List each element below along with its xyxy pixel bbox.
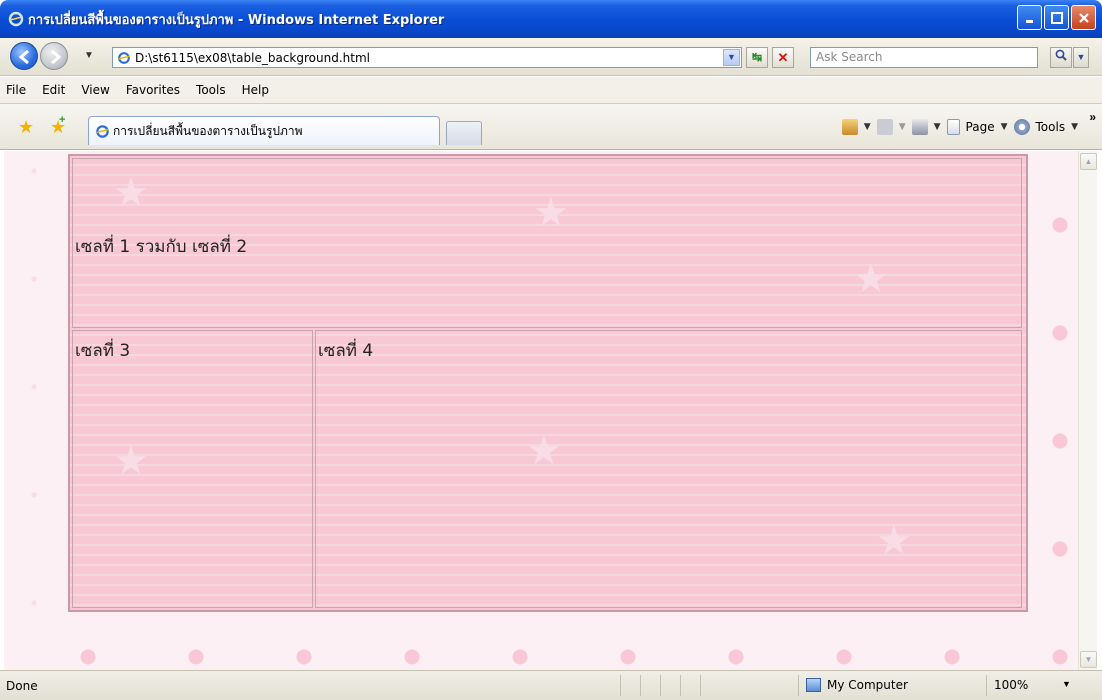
search-input[interactable]: Ask Search <box>810 47 1038 68</box>
search-icon <box>1055 49 1067 61</box>
refresh-icon: ↹ <box>751 50 763 64</box>
status-divider <box>680 675 681 696</box>
window-controls <box>1017 5 1096 30</box>
address-dropdown-button[interactable]: ▼ <box>723 49 740 66</box>
status-text: Done <box>6 679 38 693</box>
zoom-level[interactable]: 100% <box>994 678 1028 692</box>
menu-edit[interactable]: Edit <box>42 83 65 97</box>
add-favorites-icon[interactable]: ★ + <box>50 114 66 138</box>
star-decoration-icon: ★ <box>533 191 569 235</box>
address-field[interactable]: D:\st6115\ex08\table_background.html ▼ <box>112 47 742 68</box>
status-divider <box>700 675 701 696</box>
stop-button[interactable]: ✕ <box>772 47 794 68</box>
page-icon <box>946 119 960 135</box>
close-button[interactable] <box>1071 5 1096 30</box>
cell-3-text: เซลที่ 3 <box>75 341 131 361</box>
table-cell-3: ★ เซลที่ 3 <box>72 330 313 608</box>
refresh-button[interactable]: ↹ <box>746 47 768 68</box>
home-dropdown-icon[interactable]: ▼ <box>864 122 871 132</box>
menu-view[interactable]: View <box>81 83 109 97</box>
zoom-dropdown-icon[interactable]: ▼ <box>1062 679 1071 689</box>
background-table: ★ ★ ★ เซลที่ 1 รวมกับ เซลที่ 2 ★ เซลที่ … <box>68 154 1028 612</box>
menu-help[interactable]: Help <box>242 83 269 97</box>
title-bar[interactable]: การเปลี่ยนสีพื้นของตารางเป็นรูปภาพ - Win… <box>0 0 1102 38</box>
security-zone[interactable]: My Computer <box>806 678 908 692</box>
print-icon[interactable] <box>911 119 928 135</box>
vertical-scrollbar[interactable]: ▲ ▼ <box>1078 151 1097 670</box>
maximize-icon <box>1050 11 1063 24</box>
tools-gear-icon <box>1013 119 1030 135</box>
cell-4-text: เซลที่ 4 <box>318 341 374 361</box>
tools-dropdown-icon[interactable]: ▼ <box>1071 122 1078 132</box>
page-content: ★ ★ ★ เซลที่ 1 รวมกับ เซลที่ 2 ★ เซลที่ … <box>4 151 1078 670</box>
toolbar-overflow-chevron-icon[interactable]: » <box>1089 110 1096 124</box>
window-title: การเปลี่ยนสีพื้นของตารางเป็นรูปภาพ - Win… <box>28 12 445 28</box>
menu-file[interactable]: File <box>6 83 26 97</box>
star-decoration-icon: ★ <box>113 439 149 483</box>
minimize-icon <box>1025 19 1033 23</box>
forward-button[interactable] <box>40 42 68 70</box>
search-options-dropdown[interactable]: ▼ <box>1073 47 1089 68</box>
table-cell-merged: ★ ★ ★ เซลที่ 1 รวมกับ เซลที่ 2 <box>72 158 1022 328</box>
tab-current-page[interactable]: การเปลี่ยนสีพื้นของตารางเป็นรูปภาพ <box>88 116 440 145</box>
ie-logo-icon <box>8 11 24 27</box>
home-icon[interactable] <box>841 119 858 135</box>
cell-merged-text: เซลที่ 1 รวมกับ เซลที่ 2 <box>75 237 248 257</box>
forward-arrow-icon <box>51 49 62 65</box>
status-divider <box>620 675 621 696</box>
address-toolbar: ▼ D:\st6115\ex08\table_background.html ▼… <box>0 38 1102 76</box>
new-tab-button[interactable] <box>446 121 482 145</box>
scroll-down-button[interactable]: ▼ <box>1080 651 1097 668</box>
menu-bar: File Edit View Favorites Tools Help <box>0 77 1102 104</box>
minimize-button[interactable] <box>1017 5 1042 30</box>
ie-page-icon <box>118 51 130 64</box>
star-decoration-icon: ★ <box>853 257 889 301</box>
status-divider <box>640 675 641 696</box>
favorites-center-icon[interactable]: ★ <box>18 117 34 138</box>
print-dropdown-icon[interactable]: ▼ <box>934 122 941 132</box>
security-zone-label: My Computer <box>827 678 908 692</box>
tools-menu-button[interactable]: Tools <box>1036 120 1066 134</box>
maximize-button[interactable] <box>1044 5 1069 30</box>
command-bar: ▼ ▼ ▼ Page ▼ Tools ▼ <box>841 119 1078 135</box>
star-decoration-icon: ★ <box>526 429 562 473</box>
menu-tools[interactable]: Tools <box>196 83 226 97</box>
address-url: D:\st6115\ex08\table_background.html <box>135 50 370 65</box>
status-divider <box>798 675 799 696</box>
feeds-icon[interactable] <box>876 119 893 135</box>
star-decoration-icon: ★ <box>876 519 912 563</box>
page-menu-button[interactable]: Page <box>966 120 995 134</box>
status-divider <box>986 675 987 696</box>
scroll-up-button[interactable]: ▲ <box>1080 153 1097 170</box>
menu-favorites[interactable]: Favorites <box>126 83 180 97</box>
back-button[interactable] <box>10 42 38 70</box>
tab-toolbar: ★ ★ + การเปลี่ยนสีพื้นของตารางเป็นรูปภาพ … <box>0 104 1102 150</box>
status-divider <box>660 675 661 696</box>
feeds-dropdown-icon[interactable]: ▼ <box>899 122 906 132</box>
page-dropdown-icon[interactable]: ▼ <box>1001 122 1008 132</box>
star-decoration-icon: ★ <box>113 171 149 215</box>
search-button[interactable] <box>1050 47 1072 68</box>
tab-label: การเปลี่ยนสีพื้นของตารางเป็นรูปภาพ <box>113 123 303 138</box>
back-arrow-icon <box>18 49 29 65</box>
ie-tab-icon <box>96 124 109 138</box>
stop-icon: ✕ <box>777 50 789 65</box>
recent-pages-dropdown[interactable]: ▼ <box>84 50 94 61</box>
status-bar: Done My Computer 100% ▼ <box>0 670 1102 700</box>
my-computer-icon <box>806 678 821 692</box>
table-cell-4: ★ ★ เซลที่ 4 <box>315 330 1022 608</box>
close-icon <box>1078 12 1089 23</box>
